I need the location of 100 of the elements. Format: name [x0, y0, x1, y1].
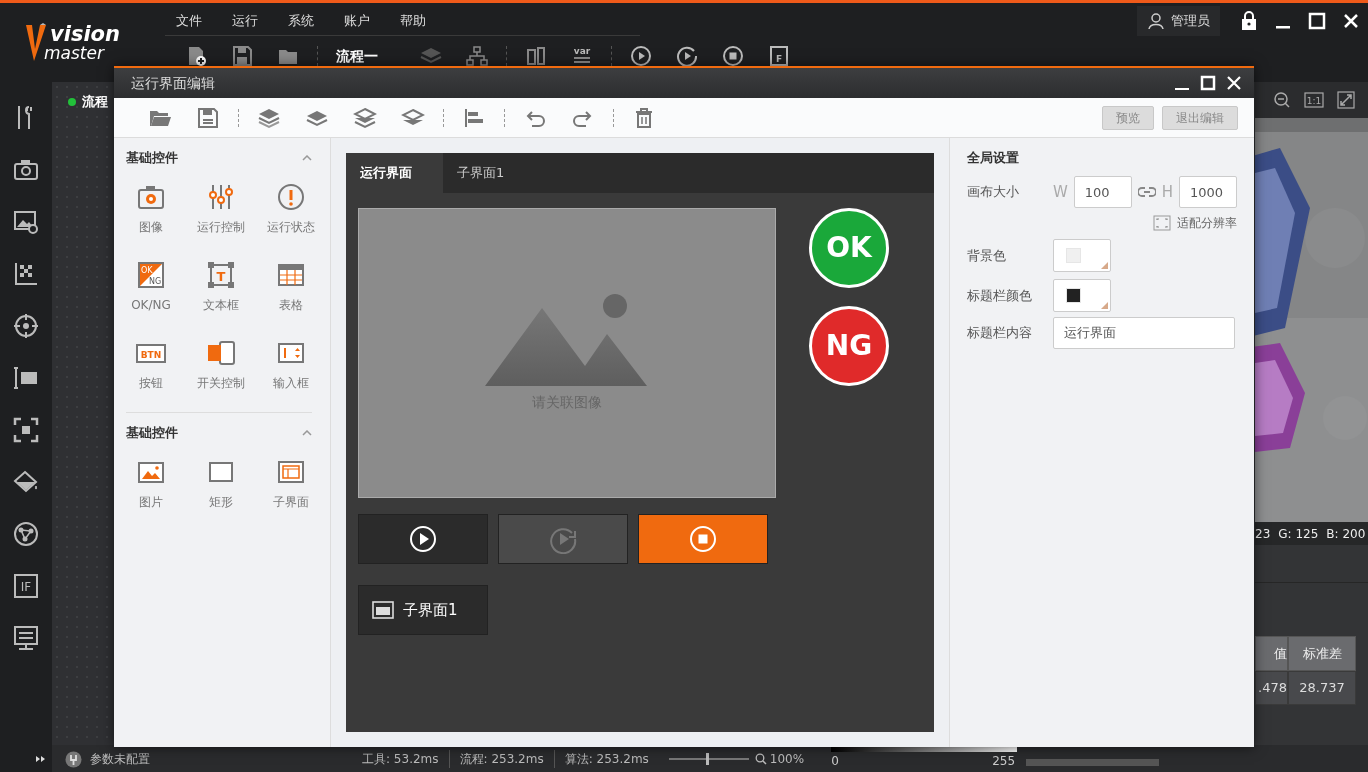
column-header: 标准差: [1288, 636, 1356, 671]
field-label: W: [1052, 181, 1068, 203]
table-cell: 28.737: [1288, 671, 1356, 705]
ok-ng-icon: OK NG: [136, 260, 166, 290]
fit-resolution-button[interactable]: 适配分辨率: [1153, 214, 1237, 232]
tab[interactable]: 子界面1: [443, 153, 540, 193]
zoom-icon: [754, 752, 767, 765]
zoom-out-icon[interactable]: [1273, 91, 1291, 109]
wrench-icon: [65, 750, 82, 768]
widget-item[interactable]: 运行控制: [186, 178, 256, 256]
table-cell: .478: [1255, 671, 1288, 705]
menu-item[interactable]: 文件: [176, 11, 202, 31]
timing-text: 工具: 53.2ms: [361, 750, 440, 768]
timing-text: 流程: 253.2ms: [448, 749, 554, 768]
save-icon[interactable]: [231, 45, 253, 67]
widget-item[interactable]: 表格: [256, 256, 326, 334]
replay-icon[interactable]: [676, 45, 698, 67]
widget-item[interactable]: 图片: [116, 453, 186, 531]
field-label: 画布大小: [966, 183, 1020, 202]
section-title: 全局设置: [966, 149, 1020, 167]
widget-item[interactable]: 开关控制: [186, 334, 256, 412]
menu-item[interactable]: 运行: [232, 11, 258, 31]
stop-icon[interactable]: [722, 45, 744, 67]
field-label: 背景色: [966, 246, 1007, 265]
run-button[interactable]: [358, 514, 488, 564]
widget-item[interactable]: 矩形: [186, 453, 256, 531]
zoom-reading: 100%: [769, 750, 805, 768]
process-tab[interactable]: 流程: [68, 92, 108, 112]
timing-text: 算法: 253.2ms: [553, 749, 659, 768]
slider-thumb[interactable]: [706, 752, 710, 765]
menu-item[interactable]: 系统: [288, 11, 314, 31]
form-icon[interactable]: F: [768, 45, 790, 67]
layers-icon[interactable]: [257, 106, 281, 129]
grid-icon[interactable]: [13, 261, 39, 287]
switch-icon: [206, 338, 236, 368]
widget-item[interactable]: BTN 按钮: [116, 334, 186, 412]
user-icon: [1147, 12, 1165, 30]
paint-bucket-icon[interactable]: [13, 469, 39, 495]
expand-icon[interactable]: [35, 753, 46, 764]
network-icon[interactable]: [13, 521, 39, 547]
process-selector[interactable]: 流程一: [336, 45, 378, 67]
fit-icon: [1153, 215, 1171, 231]
logic-icon[interactable]: IF: [13, 573, 39, 599]
field-label: 标题栏颜色: [966, 286, 1033, 305]
image-settings-icon[interactable]: [13, 209, 39, 235]
section-title: 基础控件: [126, 424, 178, 443]
widget-item[interactable]: T 文本框: [186, 256, 256, 334]
play-icon[interactable]: [630, 45, 652, 67]
sliders-icon: [206, 182, 236, 212]
subpage-button[interactable]: 子界面1: [358, 585, 488, 635]
pixel-value: G: 125: [1278, 525, 1319, 543]
field-label: 标题栏内容: [966, 324, 1033, 343]
target-icon[interactable]: [13, 313, 39, 339]
alert-icon: [276, 182, 306, 212]
tab[interactable]: 运行界面: [346, 153, 443, 193]
width-field[interactable]: 100: [1073, 176, 1132, 208]
widget-item[interactable]: 运行状态: [256, 178, 326, 256]
widget-item[interactable]: 图像: [116, 178, 186, 256]
axis-label: 255: [992, 754, 1016, 770]
collapse-icon: [302, 429, 312, 436]
fit-screen-icon[interactable]: [1337, 91, 1355, 109]
device-icon[interactable]: [525, 45, 547, 67]
widget-item[interactable]: 输入框: [256, 334, 326, 412]
stop-button[interactable]: [638, 514, 768, 564]
menu-item[interactable]: 账户: [344, 11, 370, 31]
widget-item[interactable]: 子界面: [256, 453, 326, 531]
background-color-picker[interactable]: [1052, 239, 1111, 272]
pixel-value: B: 200: [1326, 525, 1366, 543]
user-button[interactable]: 管理员: [1137, 6, 1220, 36]
actual-size-icon[interactable]: 1:1: [1304, 91, 1324, 109]
layers-icon[interactable]: [353, 106, 377, 129]
camera-icon[interactable]: [13, 157, 39, 183]
axis-label: 0: [831, 754, 839, 770]
logo-text: master: [44, 44, 106, 62]
stop-icon: [688, 524, 718, 554]
field-label: H: [1161, 181, 1173, 203]
status-indicator: NG: [808, 306, 889, 386]
status-message: 参数未配置: [90, 750, 151, 768]
window-icon: [372, 601, 394, 619]
measure-icon[interactable]: [13, 365, 39, 391]
height-field[interactable]: 1000: [1179, 176, 1237, 208]
align-left-icon[interactable]: [462, 106, 486, 129]
pixel-value: 23: [1255, 525, 1271, 543]
collapse-icon: [302, 154, 312, 161]
widget-item[interactable]: OK NG OK/NG: [116, 256, 186, 334]
crop-icon[interactable]: [13, 417, 39, 443]
column-header: 值: [1255, 636, 1288, 671]
maximize-icon[interactable]: [1198, 73, 1218, 93]
scrollbar[interactable]: [1026, 759, 1160, 766]
link-icon: [1137, 186, 1156, 198]
title-color-picker[interactable]: [1052, 279, 1111, 312]
monitor-icon[interactable]: [13, 625, 39, 651]
menu-item[interactable]: 帮助: [400, 11, 426, 31]
window-title: 运行界面编辑: [131, 73, 216, 93]
hierarchy-icon[interactable]: [466, 45, 488, 67]
section-title: 基础控件: [126, 149, 178, 168]
maximize-icon[interactable]: [1307, 11, 1327, 31]
title-text-field[interactable]: 运行界面: [1052, 317, 1235, 349]
save-icon[interactable]: [196, 106, 220, 129]
image-placeholder-icon: [485, 293, 649, 386]
